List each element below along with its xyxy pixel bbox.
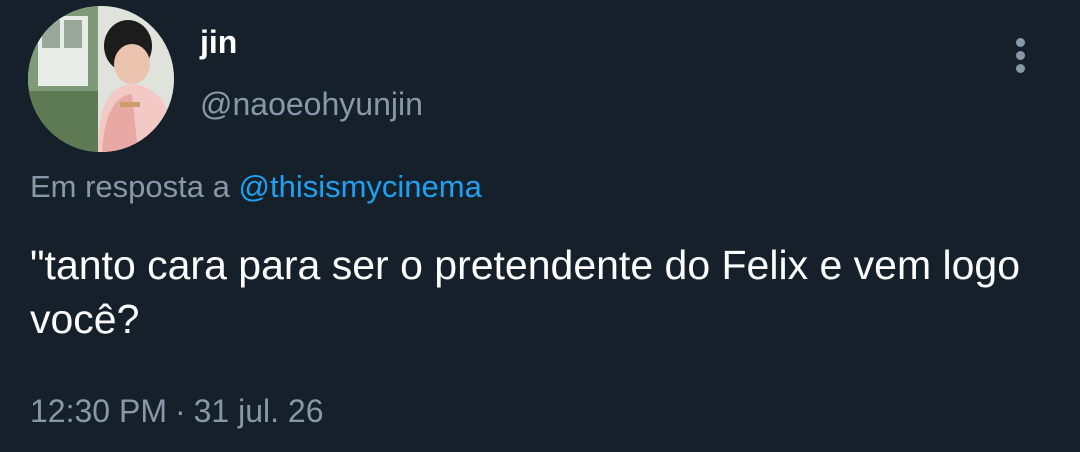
author-avatar[interactable] — [28, 6, 174, 152]
reply-context: Em resposta a @thisismycinema — [30, 167, 482, 207]
reply-mention-link[interactable]: @thisismycinema — [239, 169, 482, 204]
avatar-photo — [28, 6, 174, 152]
more-options-button[interactable] — [1000, 30, 1042, 76]
author-display-name[interactable]: jin — [200, 22, 237, 62]
author-handle[interactable]: @naoeohyunjin — [200, 84, 423, 124]
tweet-date: 31 jul. 26 — [193, 393, 324, 429]
timestamp-separator: · — [174, 393, 186, 429]
reply-prefix: Em resposta a — [30, 169, 230, 204]
tweet-time: 12:30 PM — [30, 393, 167, 429]
tweet-text: "tanto cara para ser o pretendente do Fe… — [30, 242, 1032, 342]
tweet-timestamp[interactable]: 12:30 PM · 31 jul. 26 — [30, 390, 324, 432]
